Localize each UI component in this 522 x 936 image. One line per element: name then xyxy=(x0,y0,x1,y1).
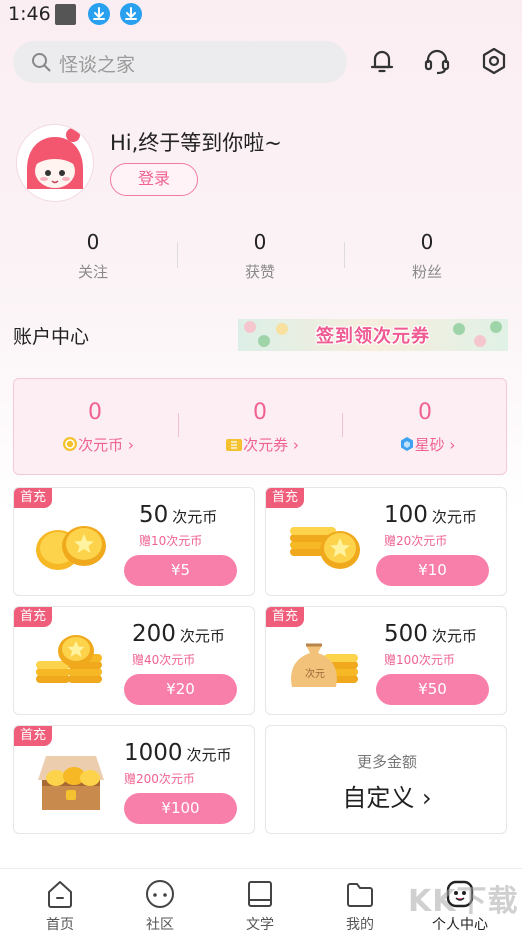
amount-unit: 次元币 xyxy=(431,627,477,645)
following-label[interactable]: 关注 xyxy=(43,261,143,282)
greeting-text: Hi,终于等到你啦~ xyxy=(110,131,282,155)
stardust-balance[interactable]: 0 xyxy=(365,400,485,425)
nav-mine[interactable]: 我的 xyxy=(320,878,400,934)
amount-unit: 次元币 xyxy=(172,508,218,526)
amount-value: 100 xyxy=(384,502,428,528)
search-icon xyxy=(32,53,51,72)
bonus-text: 赠10次元币 xyxy=(139,534,203,548)
coin-stack-icon xyxy=(36,526,106,570)
ticket-label: 次元券 xyxy=(243,436,289,454)
coin-stack-icon xyxy=(36,635,102,683)
nav-literature[interactable]: 文学 xyxy=(220,878,300,934)
price-button[interactable]: ¥5 xyxy=(124,555,237,586)
amount-value: 200 xyxy=(132,621,176,647)
stardust-label: 星砂 xyxy=(414,436,445,454)
download-icon xyxy=(88,3,110,25)
first-charge-badge: 首充 xyxy=(14,726,52,746)
recharge-tile-1000[interactable]: 首充 1000 次元币 赠200次元币 ¥100 xyxy=(13,725,255,834)
coin-stack-icon xyxy=(290,527,360,569)
search-input[interactable]: 怪谈之家 xyxy=(13,41,347,83)
price-button[interactable]: ¥100 xyxy=(124,793,237,824)
chevron-right-icon: › xyxy=(123,436,134,454)
custom-amount-tile[interactable]: 更多金额 自定义 › xyxy=(265,725,507,834)
amount-value: 1000 xyxy=(124,740,183,766)
nav-home-label: 首页 xyxy=(46,917,74,933)
ticket-link[interactable]: 次元券 › xyxy=(197,434,327,455)
coin-bag-icon: 次元 xyxy=(291,643,358,687)
amount-value: 50 xyxy=(139,502,169,528)
following-count[interactable]: 0 xyxy=(43,230,143,254)
svg-text:次元: 次元 xyxy=(305,667,325,680)
status-time: 1:46 xyxy=(8,3,51,25)
bonus-text: 赠100次元币 xyxy=(384,653,455,667)
chevron-right-icon: › xyxy=(444,436,456,454)
first-charge-badge: 首充 xyxy=(266,488,304,508)
search-placeholder: 怪谈之家 xyxy=(59,54,136,76)
fans-label[interactable]: 粉丝 xyxy=(377,261,477,282)
fans-count[interactable]: 0 xyxy=(377,230,477,254)
likes-count[interactable]: 0 xyxy=(210,230,310,254)
ticket-icon xyxy=(226,439,243,451)
custom-label-text: 自定义 xyxy=(342,784,415,812)
headset-icon[interactable] xyxy=(422,46,452,76)
bonus-text: 赠40次元币 xyxy=(132,653,196,667)
first-charge-badge: 首充 xyxy=(14,607,52,627)
bell-icon[interactable] xyxy=(367,46,397,76)
divider xyxy=(178,413,179,437)
settings-icon[interactable] xyxy=(479,46,509,76)
amount-value: 500 xyxy=(384,621,428,647)
nav-mine-label: 我的 xyxy=(346,917,374,933)
login-button[interactable]: 登录 xyxy=(110,163,198,196)
amount-unit: 次元币 xyxy=(431,508,477,526)
nav-literature-label: 文学 xyxy=(246,917,274,933)
divider xyxy=(344,242,345,268)
custom-amount-subtitle: 更多金额 xyxy=(356,753,417,771)
watermark-text: KK下载 xyxy=(408,884,519,919)
notification-square-icon xyxy=(55,4,76,25)
recharge-tile-50[interactable]: 首充 50 次元币 赠10次元币 ¥5 xyxy=(13,487,255,596)
divider xyxy=(177,242,178,268)
recharge-tile-100[interactable]: 首充 100 次元币 赠20次元币 ¥10 xyxy=(265,487,507,596)
treasure-chest-icon xyxy=(38,756,104,810)
likes-label[interactable]: 获赞 xyxy=(210,261,310,282)
coin-link[interactable]: 次元币 › xyxy=(33,434,163,455)
chevron-right-icon: › xyxy=(414,784,432,812)
nav-community-label: 社区 xyxy=(146,917,174,933)
nav-home[interactable]: 首页 xyxy=(20,878,100,934)
amount-unit: 次元币 xyxy=(179,627,225,645)
bonus-text: 赠200次元币 xyxy=(124,772,195,786)
nav-community[interactable]: 社区 xyxy=(120,878,200,934)
ticket-balance[interactable]: 0 xyxy=(200,400,320,425)
community-icon xyxy=(146,880,174,908)
first-charge-badge: 首充 xyxy=(14,488,52,508)
home-icon xyxy=(48,881,72,908)
price-button[interactable]: ¥20 xyxy=(124,674,237,705)
first-charge-badge: 首充 xyxy=(266,607,304,627)
wallet-card xyxy=(13,378,507,475)
checkin-banner-text: 签到领次元券 xyxy=(316,326,430,347)
bonus-text: 赠20次元币 xyxy=(384,534,448,548)
status-bar xyxy=(0,0,522,30)
coin-icon xyxy=(63,437,78,451)
download-icon xyxy=(120,3,142,25)
checkin-banner[interactable]: 签到领次元券 xyxy=(238,319,508,351)
price-button[interactable]: ¥10 xyxy=(376,555,489,586)
coin-balance[interactable]: 0 xyxy=(35,400,155,425)
chevron-right-icon: › xyxy=(288,436,299,454)
folder-icon xyxy=(347,883,373,907)
book-icon xyxy=(248,881,272,907)
gem-icon xyxy=(400,437,413,451)
avatar-character-icon xyxy=(17,125,93,201)
divider xyxy=(342,413,343,437)
coin-label: 次元币 xyxy=(78,436,124,454)
stardust-link[interactable]: 星砂 › xyxy=(362,434,492,455)
recharge-tile-200[interactable]: 首充 200 次元币 赠40次元币 ¥20 xyxy=(13,606,255,715)
avatar[interactable] xyxy=(17,125,93,201)
amount-unit: 次元币 xyxy=(186,746,232,764)
price-button[interactable]: ¥50 xyxy=(376,674,489,705)
recharge-tile-500[interactable]: 首充 次元 500 次元币 赠100次元币 ¥50 xyxy=(265,606,507,715)
account-center-title: 账户中心 xyxy=(13,326,90,348)
custom-amount-label: 自定义 › xyxy=(266,778,506,813)
